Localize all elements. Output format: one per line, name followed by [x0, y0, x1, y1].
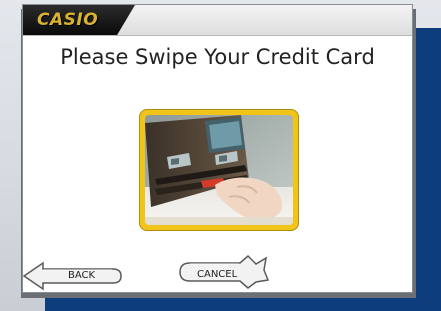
back-button[interactable]: BACK — [23, 261, 125, 291]
brand-logo: CASIO — [23, 5, 135, 35]
card-swipe-illustration — [139, 109, 299, 231]
brand-logo-text: CASIO — [37, 10, 99, 30]
kiosk-screen: CASIO Please Swipe Your Credit Card BACK… — [22, 4, 413, 293]
cancel-button-label: CANCEL — [197, 269, 238, 280]
title-bar: CASIO — [23, 5, 412, 36]
back-button-label: BACK — [68, 270, 96, 281]
card-swipe-photo-icon — [145, 115, 293, 225]
page-title: Please Swipe Your Credit Card — [60, 45, 375, 69]
cancel-button[interactable]: CANCEL — [176, 254, 270, 290]
